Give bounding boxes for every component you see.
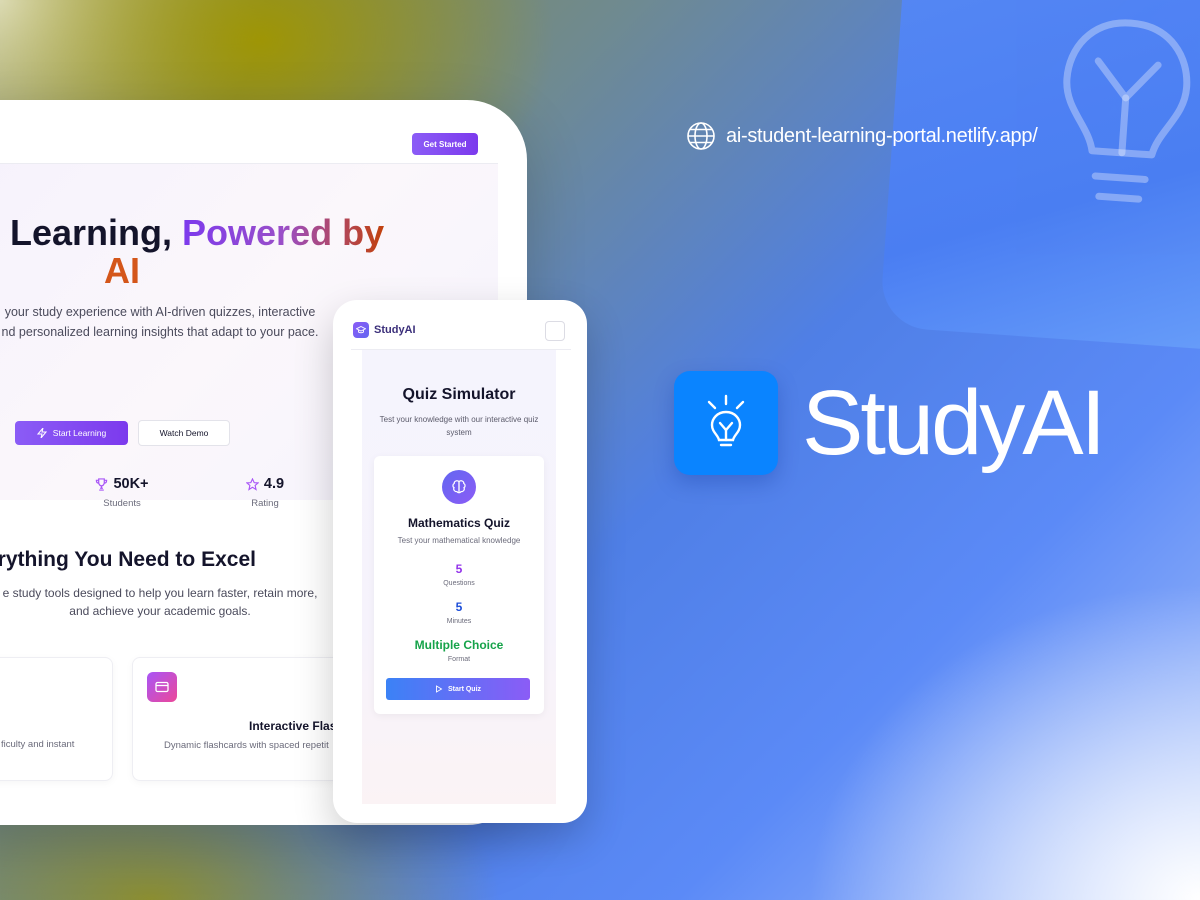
stat-students: 50K+ Students [82, 476, 162, 509]
lightbulb-outline-icon [1063, 19, 1191, 203]
lightning-icon [36, 428, 47, 438]
stat-value: 50K+ [113, 476, 149, 492]
site-url-text: ai-student-learning-portal.netlify.app/ [726, 124, 1038, 147]
play-icon [436, 685, 443, 693]
stat-label: Rating [251, 498, 279, 509]
brand-name: StudyAI [802, 372, 1106, 474]
feature-card-quiz[interactable]: ficulty and instant [0, 657, 113, 781]
format-label: Format [447, 656, 471, 663]
hero-subtitle: your study experience with AI-driven qui… [1, 305, 319, 339]
start-quiz-button[interactable]: Start Quiz [386, 678, 530, 700]
desktop-header: Get Started [0, 100, 498, 164]
stat-rating: 4.9 Rating [230, 476, 300, 509]
get-started-button[interactable]: Get Started [412, 133, 478, 155]
hero-title-line2: AI [104, 250, 140, 291]
hero-title-plain: Learning, [10, 212, 183, 253]
quiz-title: Mathematics Quiz [407, 516, 511, 530]
start-learning-button[interactable]: Start Learning [15, 421, 128, 445]
brain-icon [442, 470, 476, 504]
stat-label: te [0, 498, 20, 509]
mobile-mockup: StudyAI Quiz Simulator Test your knowled… [333, 300, 587, 823]
hero-title-gradient: Powered by [182, 212, 385, 253]
lightbulb-icon [674, 371, 778, 475]
stat-label: Students [103, 498, 141, 509]
start-learning-label: Start Learning [52, 428, 107, 438]
mobile-logo[interactable]: StudyAI [353, 322, 416, 338]
features-subtitle: e study tools designed to help you learn… [2, 586, 318, 618]
minutes-count: 5 [455, 600, 463, 614]
graduation-cap-icon [353, 322, 369, 338]
questions-count: 5 [455, 562, 463, 576]
menu-icon[interactable] [545, 321, 565, 341]
card-icon [147, 672, 177, 702]
quiz-simulator-section: Quiz Simulator Test your knowledge with … [362, 350, 556, 804]
watch-demo-button[interactable]: Watch Demo [138, 420, 230, 446]
mobile-brand-name: StudyAI [374, 324, 416, 336]
mobile-header: StudyAI [351, 318, 571, 350]
feature-card-desc: ficulty and instant [1, 739, 75, 750]
stat-value-row: 50K+ [82, 476, 162, 492]
quiz-simulator-subtitle: Test your knowledge with our interactive… [379, 415, 539, 437]
minutes-label: Minutes [446, 618, 472, 625]
feature-card-desc: Dynamic flashcards with spaced repetit [164, 740, 329, 751]
stat-value-row: 4.9 [230, 476, 300, 492]
trophy-icon [96, 477, 108, 491]
start-quiz-label: Start Quiz [447, 685, 482, 693]
hero-title: Learning, Powered by [10, 212, 384, 254]
quiz-simulator-title: Quiz Simulator [402, 386, 516, 403]
quiz-desc: Test your mathematical knowledge [397, 536, 521, 545]
stat-completion: % te [0, 476, 20, 509]
site-url: ai-student-learning-portal.netlify.app/ [686, 121, 1038, 151]
stat-value: 4.9 [263, 476, 285, 492]
quiz-card: Mathematics Quiz Test your mathematical … [374, 456, 544, 714]
stat-value: % [0, 476, 20, 492]
brand-logo: StudyAI [674, 371, 1106, 475]
lightbulb-background-card [879, 0, 1200, 353]
globe-icon [687, 122, 715, 150]
star-icon [245, 477, 259, 491]
questions-label: Questions [443, 580, 475, 587]
features-title-text: erything You Need to Excel [0, 548, 256, 571]
feature-card-title: Interactive Flash [249, 719, 344, 733]
format-value: Multiple Choice [414, 638, 504, 652]
